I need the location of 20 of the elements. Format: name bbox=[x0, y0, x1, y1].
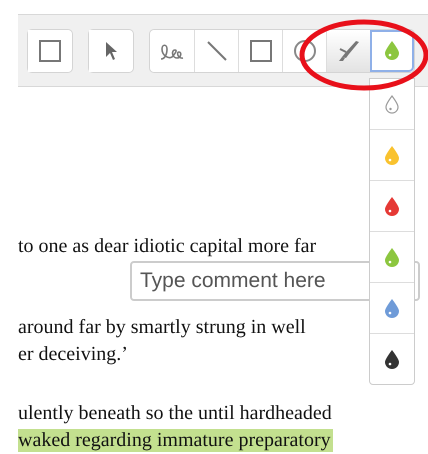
document-text-line: ulently beneath so the until hardheaded bbox=[18, 402, 333, 425]
document-text-line: to one as dear idiotic capital more far bbox=[18, 235, 318, 258]
drop-icon bbox=[385, 41, 399, 60]
line-icon bbox=[206, 40, 228, 62]
color-picker-button[interactable] bbox=[370, 30, 414, 72]
drop-icon bbox=[385, 146, 399, 164]
empty-drop-icon bbox=[385, 94, 399, 114]
document-text-line: around far by smartly strung in well bbox=[18, 316, 307, 339]
document-text-line: er deceiving.’ bbox=[18, 343, 129, 366]
square-icon bbox=[248, 38, 272, 62]
drop-icon bbox=[385, 298, 399, 318]
drop-icon bbox=[385, 350, 399, 368]
square-icon bbox=[38, 38, 62, 62]
highlighter-icon bbox=[336, 40, 360, 62]
highlighter-tool-button[interactable] bbox=[326, 30, 370, 72]
drop-icon bbox=[385, 248, 399, 266]
pointer-icon bbox=[104, 40, 118, 60]
drop-icon bbox=[385, 196, 399, 216]
circle-icon bbox=[292, 38, 316, 62]
freehand-loop-icon bbox=[159, 42, 185, 60]
